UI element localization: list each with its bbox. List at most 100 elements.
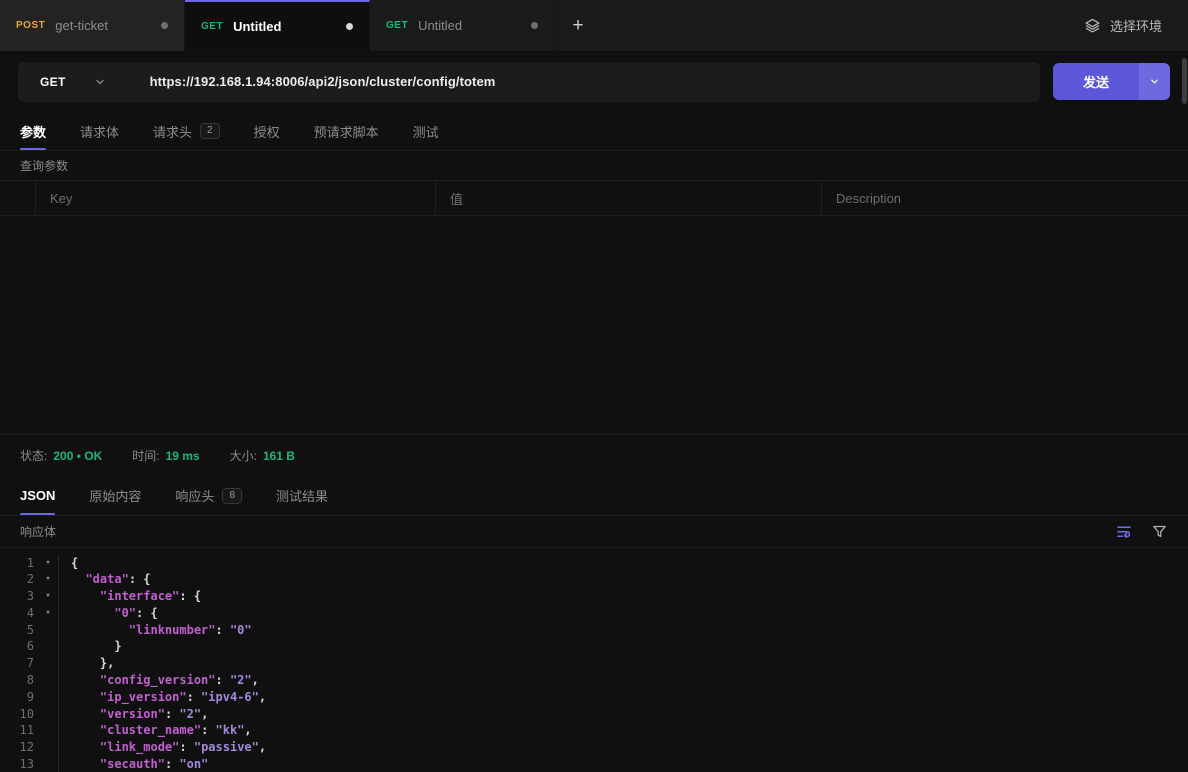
tab-request-label: 参数 (20, 122, 46, 141)
param-description-input[interactable]: Description (822, 181, 1188, 215)
fold-toggle-icon[interactable]: ▾ (38, 571, 58, 588)
line-number: 1 (0, 555, 38, 572)
tab-request-0[interactable]: 参数 (20, 112, 46, 150)
code-line: 10 "version": "2", (0, 706, 1188, 723)
chevron-down-icon (1149, 76, 1160, 87)
request-bar: GET https://192.168.1.94:8006/api2/json/… (0, 51, 1188, 112)
token-pun (71, 757, 100, 771)
token-pun: : (165, 757, 179, 771)
tab-bar: POSTget-ticketGETUntitledGETUntitled + 选… (0, 0, 1188, 51)
tab-response-1[interactable]: 原始内容 (89, 477, 141, 515)
fold-toggle-icon (38, 739, 58, 756)
size-value: 161 B (263, 449, 295, 463)
code-line: 4▾ "0": { (0, 605, 1188, 622)
response-body-header: 响应体 (0, 516, 1188, 548)
response-tabs: JSON 原始内容 响应头8 测试结果 (0, 477, 1188, 516)
send-button-group: 发送 (1053, 63, 1170, 100)
code-text: "linknumber": "0" (58, 622, 1188, 639)
fold-toggle-icon (38, 689, 58, 706)
line-number: 2 (0, 571, 38, 588)
chevron-down-icon (94, 76, 106, 88)
token-pun (71, 606, 114, 620)
code-text: "version": "2", (58, 706, 1188, 723)
token-pun (71, 589, 100, 603)
code-line: 9 "ip_version": "ipv4-6", (0, 689, 1188, 706)
code-line: 6 } (0, 638, 1188, 655)
tab-response-3[interactable]: 测试结果 (276, 477, 328, 515)
environment-selector[interactable]: 选择环境 (1058, 0, 1188, 51)
token-pun (71, 707, 100, 721)
tab-response-0[interactable]: JSON (20, 477, 55, 515)
tab-request-3[interactable]: 授权 (254, 112, 280, 150)
token-pun: : (201, 723, 215, 737)
response-body-label: 响应体 (20, 523, 56, 540)
scrollbar-thumb[interactable] (1182, 58, 1187, 104)
send-button[interactable]: 发送 (1053, 63, 1139, 100)
token-key: "cluster_name" (100, 723, 201, 737)
token-key: "secauth" (100, 757, 165, 771)
tab-request-label: 测试 (413, 122, 439, 141)
new-tab-button[interactable]: + (555, 0, 601, 51)
tab-request-label: 请求体 (80, 122, 119, 141)
response-body-code[interactable]: 1▾{2▾ "data": {3▾ "interface": {4▾ "0": … (0, 548, 1188, 772)
line-number: 6 (0, 638, 38, 655)
line-number: 13 (0, 756, 38, 772)
filter-icon[interactable] (1151, 523, 1168, 540)
param-key-input[interactable]: Key (36, 181, 436, 215)
request-tab-2[interactable]: GETUntitled (370, 0, 555, 51)
token-pun: : { (129, 572, 151, 586)
send-options-button[interactable] (1139, 63, 1170, 100)
request-tab-1[interactable]: GETUntitled (185, 0, 370, 51)
size-label: 大小: (230, 447, 257, 464)
fold-toggle-icon[interactable]: ▾ (38, 588, 58, 605)
token-pun: , (259, 740, 266, 754)
token-key: "0" (114, 606, 136, 620)
code-text: "cluster_name": "kk", (58, 722, 1188, 739)
fold-toggle-icon (38, 655, 58, 672)
request-tab-0[interactable]: POSTget-ticket (0, 0, 185, 51)
token-pun: : { (179, 589, 201, 603)
app-window: POSTget-ticketGETUntitledGETUntitled + 选… (0, 0, 1188, 772)
token-pun (71, 673, 100, 687)
tab-response-label: 测试结果 (276, 486, 328, 505)
tab-request-5[interactable]: 测试 (413, 112, 439, 150)
tab-strip: POSTget-ticketGETUntitledGETUntitled (0, 0, 555, 51)
param-value-input[interactable]: 值 (436, 181, 822, 215)
code-line: 8 "config_version": "2", (0, 672, 1188, 689)
code-line: 5 "linknumber": "0" (0, 622, 1188, 639)
line-number: 12 (0, 739, 38, 756)
tab-request-2[interactable]: 请求头2 (153, 112, 220, 150)
tab-title: get-ticket (55, 18, 108, 33)
request-tabs: 参数 请求体 请求头2 授权 预请求脚本 测试 (0, 112, 1188, 151)
fold-toggle-icon[interactable]: ▾ (38, 605, 58, 622)
code-text: "config_version": "2", (58, 672, 1188, 689)
tab-response-label: 原始内容 (89, 486, 141, 505)
count-badge: 2 (200, 123, 220, 139)
token-pun: } (71, 639, 122, 653)
line-number: 7 (0, 655, 38, 672)
unsaved-dot-icon (346, 23, 353, 30)
tab-request-label: 预请求脚本 (314, 122, 379, 141)
fold-toggle-icon[interactable]: ▾ (38, 555, 58, 572)
token-pun: : (216, 673, 230, 687)
method-select[interactable]: GET (18, 75, 128, 89)
wrap-lines-icon[interactable] (1115, 522, 1133, 540)
token-str: "kk" (216, 723, 245, 737)
query-params-label: 查询参数 (20, 157, 68, 174)
tab-response-2[interactable]: 响应头8 (175, 477, 242, 515)
code-text: "link_mode": "passive", (58, 739, 1188, 756)
tab-request-1[interactable]: 请求体 (80, 112, 119, 150)
token-pun: : (187, 690, 201, 704)
line-number: 11 (0, 722, 38, 739)
url-input[interactable]: https://192.168.1.94:8006/api2/json/clus… (150, 74, 496, 89)
tab-request-4[interactable]: 预请求脚本 (314, 112, 379, 150)
count-badge: 8 (222, 488, 242, 504)
status-label: 状态: (20, 447, 47, 464)
token-str: "0" (230, 623, 252, 637)
token-pun: , (252, 673, 259, 687)
code-line: 13 "secauth": "on" (0, 756, 1188, 772)
token-str: "2" (179, 707, 201, 721)
code-text: { (58, 555, 1188, 572)
token-key: "config_version" (100, 673, 216, 687)
code-line: 2▾ "data": { (0, 571, 1188, 588)
